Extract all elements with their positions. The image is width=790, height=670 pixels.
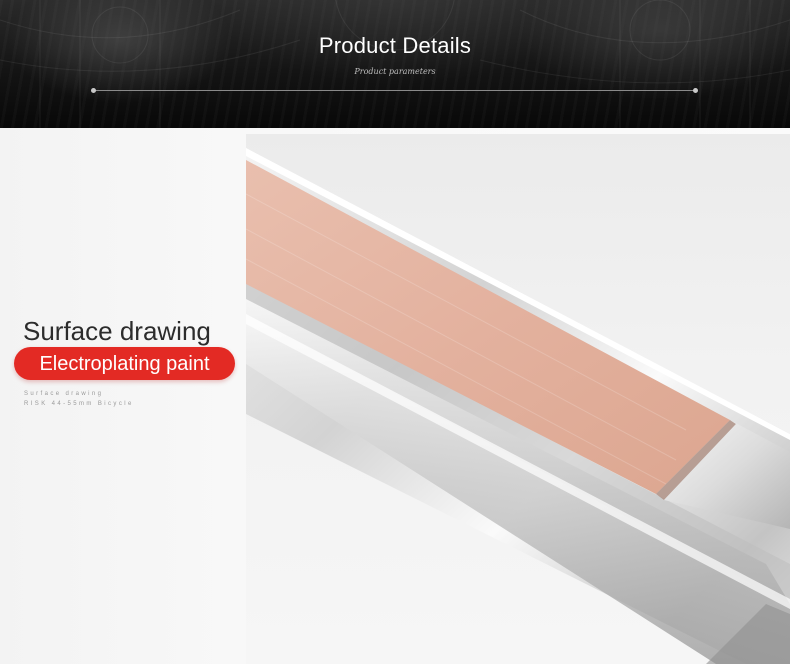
divider-dot-left (91, 88, 96, 93)
feature-section (0, 128, 790, 670)
product-photo (246, 134, 790, 664)
feature-title: Surface drawing (23, 316, 211, 346)
fine-print-line-1: Surface drawing (24, 391, 104, 397)
fine-print-line-2: RISK 44-55mm Bicycle (24, 401, 134, 407)
header-banner: Product Details Product parameters (0, 0, 790, 128)
divider-dot-right (693, 88, 698, 93)
straightener-plate-closeup (246, 148, 790, 664)
header-divider (93, 90, 696, 91)
bottom-strip (0, 664, 790, 670)
architecture-background (0, 0, 790, 128)
page-subtitle: Product parameters (354, 67, 436, 76)
feature-highlight-badge: Electroplating paint (14, 347, 235, 380)
feature-highlight-label: Electroplating paint (39, 353, 210, 375)
page-title: Product Details (318, 33, 472, 58)
